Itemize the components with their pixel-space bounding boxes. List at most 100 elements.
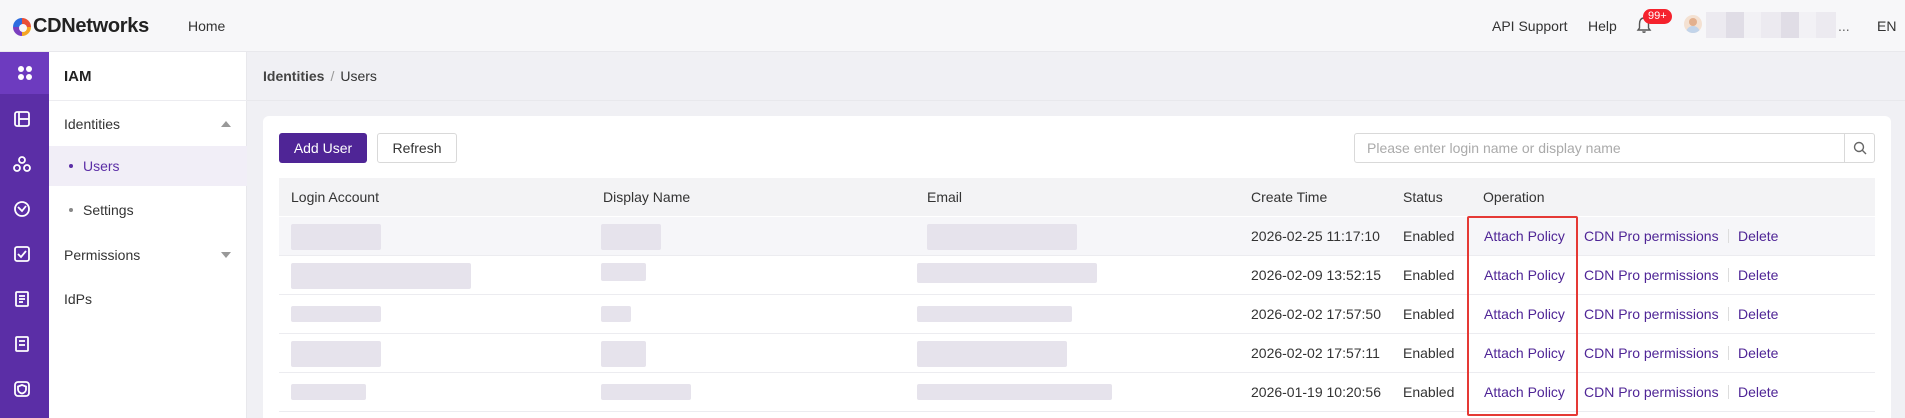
attach-policy-link[interactable]: Attach Policy [1484,306,1565,322]
product-icon-bar [0,52,49,418]
login-account-blurred [291,384,366,400]
status: Enabled [1403,306,1455,322]
api-support-link[interactable]: API Support [1492,18,1568,34]
document-icon[interactable] [12,334,32,354]
display-name-blurred [601,306,631,322]
delete-link[interactable]: Delete [1738,306,1778,322]
column-create-time: Create Time [1251,189,1328,205]
breadcrumb-identities[interactable]: Identities [263,68,324,84]
storage-icon[interactable] [12,109,32,129]
notification-badge: 99+ [1643,9,1672,24]
delete-link[interactable]: Delete [1738,345,1778,361]
security-icon[interactable] [12,199,32,219]
delete-link[interactable]: Delete [1738,267,1778,283]
email-blurred [927,224,1077,250]
table-row: 2026-02-25 11:17:10 Enabled Attach Polic… [279,217,1875,256]
sidebar-divider [49,100,247,101]
status: Enabled [1403,267,1455,283]
bullet-icon [69,164,73,168]
cdn-pro-permissions-link[interactable]: CDN Pro permissions [1584,345,1719,361]
column-display-name: Display Name [603,189,691,205]
sidebar-title: IAM [64,68,92,85]
sidebar-item-idps[interactable]: IdPs [49,279,247,319]
sidebar-item-identities[interactable]: Identities [49,104,247,144]
shield-icon[interactable] [12,379,32,399]
report-icon[interactable] [12,289,32,309]
operation-divider [1728,385,1729,399]
sidebar-item-permissions[interactable]: Permissions [49,235,247,275]
email-blurred [917,341,1067,367]
avatar[interactable] [1684,15,1702,33]
language-switch[interactable]: EN [1877,18,1896,34]
column-operation: Operation [1483,189,1545,205]
breadcrumb-separator: / [330,68,335,84]
operation-divider [1728,268,1729,282]
operation-divider [1728,346,1729,360]
login-account-blurred [291,306,381,322]
create-time: 2026-02-25 11:17:10 [1251,228,1380,244]
network-icon[interactable] [12,154,32,174]
username-blurred[interactable] [1706,12,1836,38]
sidebar-item-label: Settings [83,202,134,218]
sidebar-item-users[interactable]: Users [49,146,247,186]
breadcrumb: Identities / Users [263,68,377,84]
breadcrumb-divider [247,100,1905,101]
table-row: 2026-01-19 10:20:56 Enabled Attach Polic… [279,373,1875,412]
iam-sidebar: IAM Identities Users Settings Permission… [49,52,247,418]
display-name-blurred [601,341,646,367]
search-icon [1853,141,1866,155]
create-time: 2026-02-09 13:52:15 [1251,267,1381,283]
refresh-button[interactable]: Refresh [377,133,457,163]
sidebar-item-label: Users [83,158,120,174]
sidebar-item-settings[interactable]: Settings [49,190,247,230]
apps-icon[interactable] [0,52,49,94]
cdn-pro-permissions-link[interactable]: CDN Pro permissions [1584,384,1719,400]
attach-policy-link[interactable]: Attach Policy [1484,228,1565,244]
create-time: 2026-01-19 10:20:56 [1251,384,1381,400]
users-card: Add User Refresh Login Account Display N… [263,116,1891,418]
cdn-pro-permissions-link[interactable]: CDN Pro permissions [1584,228,1719,244]
search-button[interactable] [1844,134,1874,162]
cdn-pro-permissions-link[interactable]: CDN Pro permissions [1584,267,1719,283]
task-icon[interactable] [12,244,32,264]
search-box [1354,133,1875,163]
display-name-blurred [601,384,691,400]
cdn-pro-permissions-link[interactable]: CDN Pro permissions [1584,306,1719,322]
sidebar-item-label: IdPs [64,291,93,307]
column-status: Status [1403,189,1443,205]
attach-policy-link[interactable]: Attach Policy [1484,384,1565,400]
email-blurred [917,263,1097,283]
login-account-blurred [291,341,381,367]
login-account-blurred [291,224,381,250]
delete-link[interactable]: Delete [1738,228,1778,244]
cdnetworks-logo[interactable]: CDNetworks [13,15,149,38]
sidebar-item-label: Identities [64,116,121,132]
username-ellipsis: ... [1838,18,1850,34]
add-user-button[interactable]: Add User [279,133,367,163]
top-header: CDNetworks Home API Support Help 99+ ...… [0,0,1905,52]
status: Enabled [1403,384,1455,400]
attach-policy-link[interactable]: Attach Policy [1484,345,1565,361]
column-email: Email [927,189,963,205]
breadcrumb-users: Users [340,68,377,84]
help-link[interactable]: Help [1588,18,1617,34]
table-row: 2026-02-02 17:57:11 Enabled Attach Polic… [279,334,1875,373]
chevron-up-icon [221,121,231,127]
delete-link[interactable]: Delete [1738,384,1778,400]
display-name-blurred [601,263,646,281]
search-input[interactable] [1355,134,1845,162]
email-blurred [917,384,1112,400]
create-time: 2026-02-02 17:57:50 [1251,306,1381,322]
table-header: Login Account Display Name Email Create … [279,178,1875,216]
attach-policy-link[interactable]: Attach Policy [1484,267,1565,283]
display-name-blurred [601,224,661,250]
operation-divider [1728,307,1729,321]
bullet-icon [69,208,73,212]
home-link[interactable]: Home [188,18,225,34]
status: Enabled [1403,345,1455,361]
logo-text: CDNetworks [33,15,149,37]
email-blurred [917,306,1072,322]
login-account-blurred [291,263,471,289]
table-row: 2026-02-02 17:57:50 Enabled Attach Polic… [279,295,1875,334]
create-time: 2026-02-02 17:57:11 [1251,345,1380,361]
